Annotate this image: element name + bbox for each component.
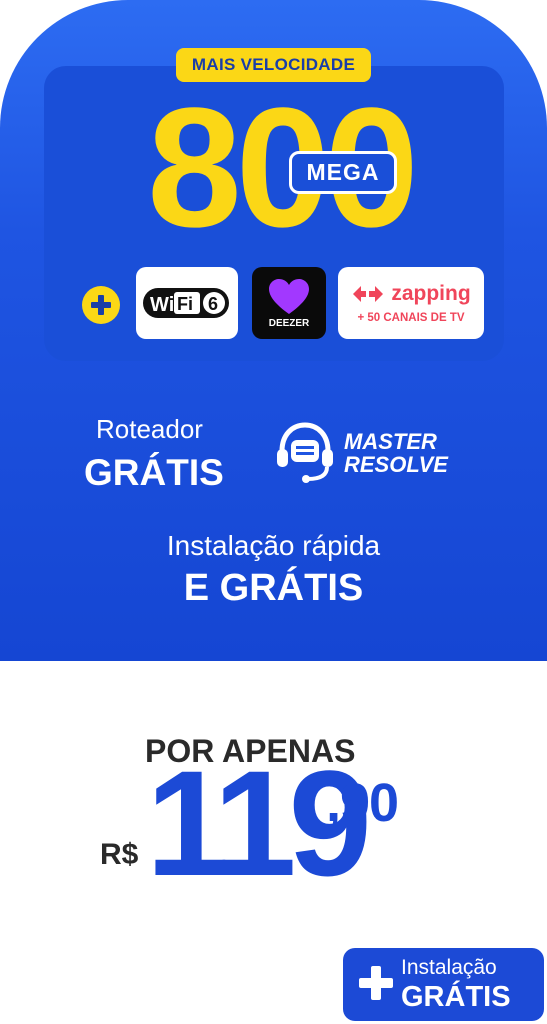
router-label: Roteador <box>96 414 203 444</box>
price-currency: R$ <box>100 838 139 871</box>
svg-text:Fi: Fi <box>177 294 193 314</box>
plus-icon <box>359 966 393 1000</box>
zapping-channels: + 50 CANAIS DE TV <box>357 312 465 324</box>
deezer-logo: DEEZER <box>252 267 326 339</box>
svg-text:Wi: Wi <box>150 294 174 316</box>
zapping-arrows-icon <box>353 286 384 302</box>
router-value: GRÁTIS <box>84 452 224 493</box>
speed-value: 800 <box>147 73 419 263</box>
support-brand: MASTER RESOLVE <box>344 429 448 477</box>
headset-icon <box>277 422 333 483</box>
plus-icon <box>82 286 120 324</box>
install-value: E GRÁTIS <box>183 567 364 609</box>
speed-unit: MEGA <box>289 151 397 194</box>
install-button-line2: GRÁTIS <box>401 981 511 1013</box>
heart-icon <box>269 278 309 314</box>
zapping-logo: zapping + 50 CANAIS DE TV <box>338 267 484 339</box>
install-button-line1: Instalação <box>401 956 497 979</box>
price-decimal: ,90 <box>326 773 399 833</box>
install-label: Instalação rápida <box>166 530 381 561</box>
wifi6-logo: Wi Fi 6 <box>136 267 238 339</box>
svg-text:6: 6 <box>208 294 218 314</box>
free-install-button[interactable]: Instalação GRÁTIS <box>343 948 544 1021</box>
